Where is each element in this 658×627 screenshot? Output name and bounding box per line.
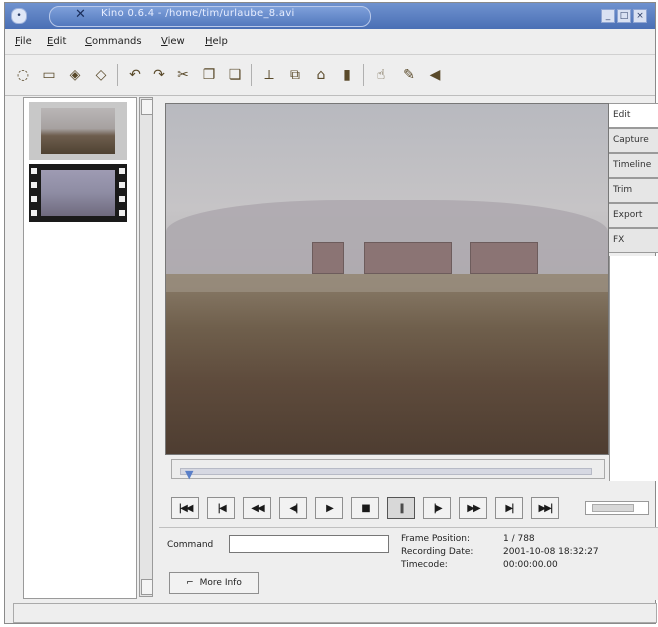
toolbar: ◌ ▭ ◈ ◇ ↶ ↷ ✂ ❐ ❏ ⟂ ⧉ ⌂ ▮ ☝ ✎ ◀ bbox=[5, 55, 655, 96]
tab-content-pane bbox=[609, 256, 658, 481]
status-bar bbox=[13, 603, 657, 623]
preferences-icon[interactable]: ⌂ bbox=[311, 65, 331, 85]
rewind-button[interactable]: ◀◀ bbox=[243, 497, 271, 519]
preview-field bbox=[166, 274, 608, 454]
preview-ruin bbox=[364, 242, 452, 274]
thumbnail-image bbox=[41, 108, 115, 154]
previous-scene-button[interactable]: |◀ bbox=[207, 497, 235, 519]
tab-export[interactable]: Export bbox=[609, 203, 658, 228]
shuttle-slider-knob[interactable] bbox=[592, 504, 634, 512]
command-input[interactable] bbox=[229, 535, 389, 553]
preview-field-haze bbox=[166, 274, 608, 292]
expander-icon: ⌐ bbox=[186, 578, 194, 588]
tab-trim[interactable]: Trim bbox=[609, 178, 658, 203]
tab-timeline[interactable]: Timeline bbox=[609, 153, 658, 178]
menu-help[interactable]: Help bbox=[205, 36, 228, 47]
save-as-icon[interactable]: ◇ bbox=[91, 65, 111, 85]
open-icon[interactable]: ▭ bbox=[39, 65, 59, 85]
tab-fx[interactable]: FX bbox=[609, 228, 658, 253]
toolbar-separator bbox=[117, 64, 118, 86]
menu-view[interactable]: View bbox=[161, 36, 185, 47]
menu-bar: File Edit Commands View Help bbox=[5, 30, 655, 55]
split-icon[interactable]: ⟂ bbox=[259, 65, 279, 85]
scene-thumbnail-1[interactable] bbox=[29, 102, 127, 160]
redo-icon[interactable]: ↷ bbox=[149, 65, 169, 85]
minimize-icon[interactable]: _ bbox=[601, 9, 615, 23]
help-icon[interactable]: ☝ bbox=[371, 65, 391, 85]
preview-ruin bbox=[312, 242, 344, 274]
more-info-label: More Info bbox=[199, 578, 242, 588]
maximize-icon[interactable]: □ bbox=[617, 9, 631, 23]
tab-edit[interactable]: Edit bbox=[609, 103, 658, 128]
x-logo-icon: ✕ bbox=[75, 7, 86, 22]
panel-splitter[interactable] bbox=[139, 97, 153, 597]
cut-icon[interactable]: ✂ bbox=[173, 65, 193, 85]
more-info-button[interactable]: ⌐ More Info bbox=[169, 572, 259, 594]
next-scene-button[interactable]: ▶| bbox=[495, 497, 523, 519]
menu-file[interactable]: File bbox=[15, 36, 32, 47]
join-icon[interactable]: ⧉ bbox=[285, 65, 305, 85]
film-sprocket bbox=[31, 168, 37, 174]
menu-commands[interactable]: Commands bbox=[85, 36, 142, 47]
film-sprocket bbox=[31, 196, 37, 202]
toolbar-separator bbox=[363, 64, 364, 86]
timecode-label: Timecode: bbox=[401, 560, 448, 570]
scene-thumbnail-2[interactable] bbox=[29, 164, 127, 222]
frame-position-value: 1 / 788 bbox=[503, 534, 535, 544]
film-sprocket bbox=[31, 210, 37, 216]
scroll-down-icon[interactable] bbox=[141, 579, 153, 595]
film-sprocket bbox=[119, 210, 125, 216]
command-label: Command bbox=[167, 540, 214, 550]
paste-icon[interactable]: ❏ bbox=[225, 65, 245, 85]
video-preview[interactable] bbox=[165, 103, 609, 455]
start-button[interactable]: |◀◀ bbox=[171, 497, 199, 519]
back-frame-button[interactable]: ◀| bbox=[279, 497, 307, 519]
fast-forward-button[interactable]: ▶▶ bbox=[459, 497, 487, 519]
title-bar[interactable]: • ✕ Kino 0.6.4 - /home/tim/urlaube_8.avi… bbox=[5, 3, 655, 29]
new-icon[interactable]: ◌ bbox=[13, 65, 33, 85]
toolbar-separator bbox=[251, 64, 252, 86]
scrubber-handle-icon[interactable]: ▼ bbox=[185, 468, 193, 481]
copy-icon[interactable]: ❐ bbox=[199, 65, 219, 85]
timecode-value: 00:00:00.00 bbox=[503, 560, 558, 570]
recording-date-value: 2001-10-08 18:32:27 bbox=[503, 547, 599, 557]
shuttle-slider[interactable] bbox=[585, 501, 649, 515]
scrubber-track[interactable]: ▼ bbox=[180, 468, 592, 481]
end-button[interactable]: ▶▶| bbox=[531, 497, 559, 519]
film-sprocket bbox=[31, 182, 37, 188]
film-sprocket bbox=[119, 182, 125, 188]
tab-capture[interactable]: Capture bbox=[609, 128, 658, 153]
forward-frame-button[interactable]: |▶ bbox=[423, 497, 451, 519]
system-menu-icon[interactable]: • bbox=[11, 8, 27, 24]
position-scrubber[interactable]: ▼ bbox=[171, 459, 605, 481]
play-button[interactable]: ▶ bbox=[315, 497, 343, 519]
settings-icon[interactable]: ✎ bbox=[399, 65, 419, 85]
film-sprocket bbox=[119, 168, 125, 174]
menu-edit[interactable]: Edit bbox=[47, 36, 66, 47]
storyboard-panel[interactable] bbox=[23, 97, 137, 599]
recording-date-label: Recording Date: bbox=[401, 547, 474, 557]
transport-controls: |◀◀ |◀ ◀◀ ◀| ▶ ■ || |▶ ▶▶ ▶| ▶▶| bbox=[165, 497, 658, 521]
preview-ruin bbox=[470, 242, 538, 274]
stop-button[interactable]: ■ bbox=[351, 497, 379, 519]
thumbnail-image bbox=[41, 170, 115, 216]
mode-tabs: Edit Capture Timeline Trim Export FX bbox=[609, 103, 658, 253]
app-window: • ✕ Kino 0.6.4 - /home/tim/urlaube_8.avi… bbox=[4, 2, 658, 624]
close-icon[interactable]: × bbox=[633, 9, 647, 23]
exit-icon[interactable]: ◀ bbox=[425, 65, 445, 85]
frame-position-label: Frame Position: bbox=[401, 534, 470, 544]
window-title: Kino 0.6.4 - /home/tim/urlaube_8.avi bbox=[101, 8, 295, 19]
pause-button[interactable]: || bbox=[387, 497, 415, 519]
command-info-area: Command Frame Position: Recording Date: … bbox=[159, 527, 658, 600]
save-icon[interactable]: ◈ bbox=[65, 65, 85, 85]
undo-icon[interactable]: ↶ bbox=[125, 65, 145, 85]
film-sprocket bbox=[119, 196, 125, 202]
capture-icon[interactable]: ▮ bbox=[337, 65, 357, 85]
scroll-up-icon[interactable] bbox=[141, 99, 153, 115]
